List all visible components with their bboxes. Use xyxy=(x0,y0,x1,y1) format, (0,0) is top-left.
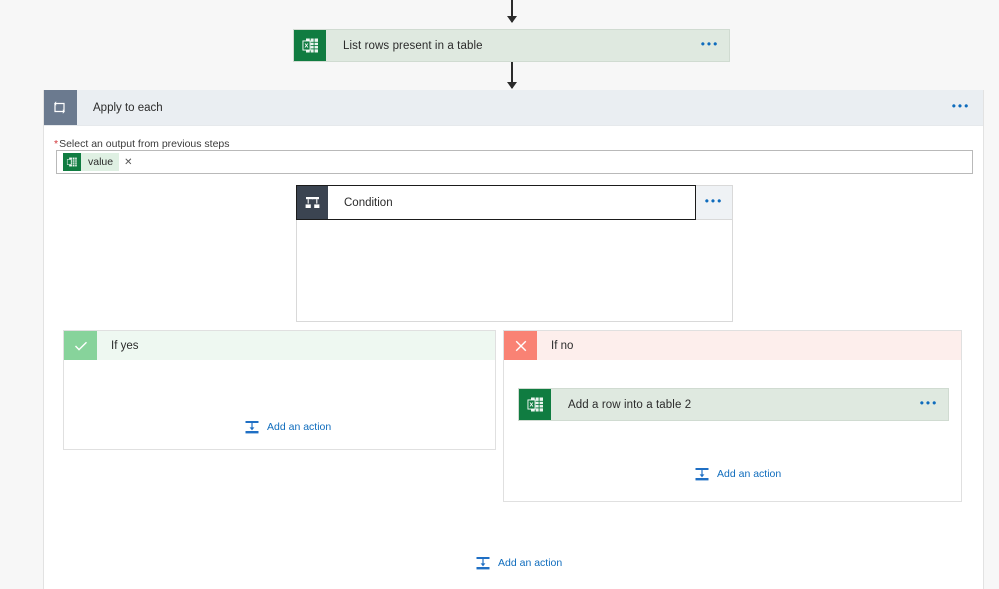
action-menu-button[interactable]: ••• xyxy=(691,30,729,61)
add-action-label: Add an action xyxy=(498,557,563,569)
condition-title: Condition xyxy=(328,186,695,219)
condition-menu-button[interactable]: ••• xyxy=(696,185,733,220)
flow-designer-canvas: x List rows present in a table ••• Apply… xyxy=(0,0,999,589)
connector-arrow-to-apply-each xyxy=(511,62,513,88)
action-title: List rows present in a table xyxy=(343,39,483,52)
output-select-input[interactable]: value ✕ xyxy=(56,150,973,174)
add-action-link-bottom[interactable]: Add an action xyxy=(475,555,562,571)
required-asterisk: * xyxy=(54,138,59,150)
condition-header[interactable]: Condition xyxy=(296,185,696,220)
add-action-icon xyxy=(695,468,709,481)
add-action-link-if-no[interactable]: Add an action xyxy=(694,466,781,482)
branch-if-no-title: If no xyxy=(551,339,574,352)
output-field-label: *Select an output from previous steps xyxy=(54,138,230,150)
excel-icon: x xyxy=(294,30,326,61)
branch-if-yes-title: If yes xyxy=(111,339,139,352)
output-field-label-text: Select an output from previous steps xyxy=(59,138,230,150)
token-label: value xyxy=(81,153,120,171)
svg-text:x: x xyxy=(529,402,533,409)
close-icon[interactable]: ✕ xyxy=(124,157,132,168)
branch-if-no: If no x Add a row into a table 2 ••• Add… xyxy=(503,330,962,502)
connector-arrow-top xyxy=(511,0,513,22)
excel-icon: x xyxy=(519,389,551,420)
condition-branch-icon xyxy=(297,186,328,219)
apply-to-each-title: Apply to each xyxy=(93,101,163,114)
action-card-add-row[interactable]: x Add a row into a table 2 ••• xyxy=(518,388,949,421)
cross-icon xyxy=(504,331,537,360)
branch-if-yes: If yes Add an action xyxy=(63,330,496,450)
apply-to-each-menu-button[interactable]: ••• xyxy=(939,90,983,125)
excel-icon xyxy=(63,153,81,171)
branch-if-yes-header: If yes xyxy=(64,331,495,360)
action-title: Add a row into a table 2 xyxy=(568,398,692,411)
add-action-label: Add an action xyxy=(267,421,332,433)
loop-icon xyxy=(44,90,77,125)
apply-to-each-header[interactable]: Apply to each ••• xyxy=(44,90,983,126)
action-menu-button[interactable]: ••• xyxy=(910,389,948,420)
add-action-icon xyxy=(245,421,259,434)
branch-if-no-header: If no xyxy=(504,331,961,360)
add-action-label: Add an action xyxy=(717,468,782,480)
action-card-list-rows[interactable]: x List rows present in a table ••• xyxy=(293,29,730,62)
check-icon xyxy=(64,331,97,360)
add-action-link-if-yes[interactable]: Add an action xyxy=(244,419,331,435)
svg-text:x: x xyxy=(304,43,308,50)
add-action-icon xyxy=(476,557,490,570)
token-value[interactable]: value ✕ xyxy=(63,153,133,171)
